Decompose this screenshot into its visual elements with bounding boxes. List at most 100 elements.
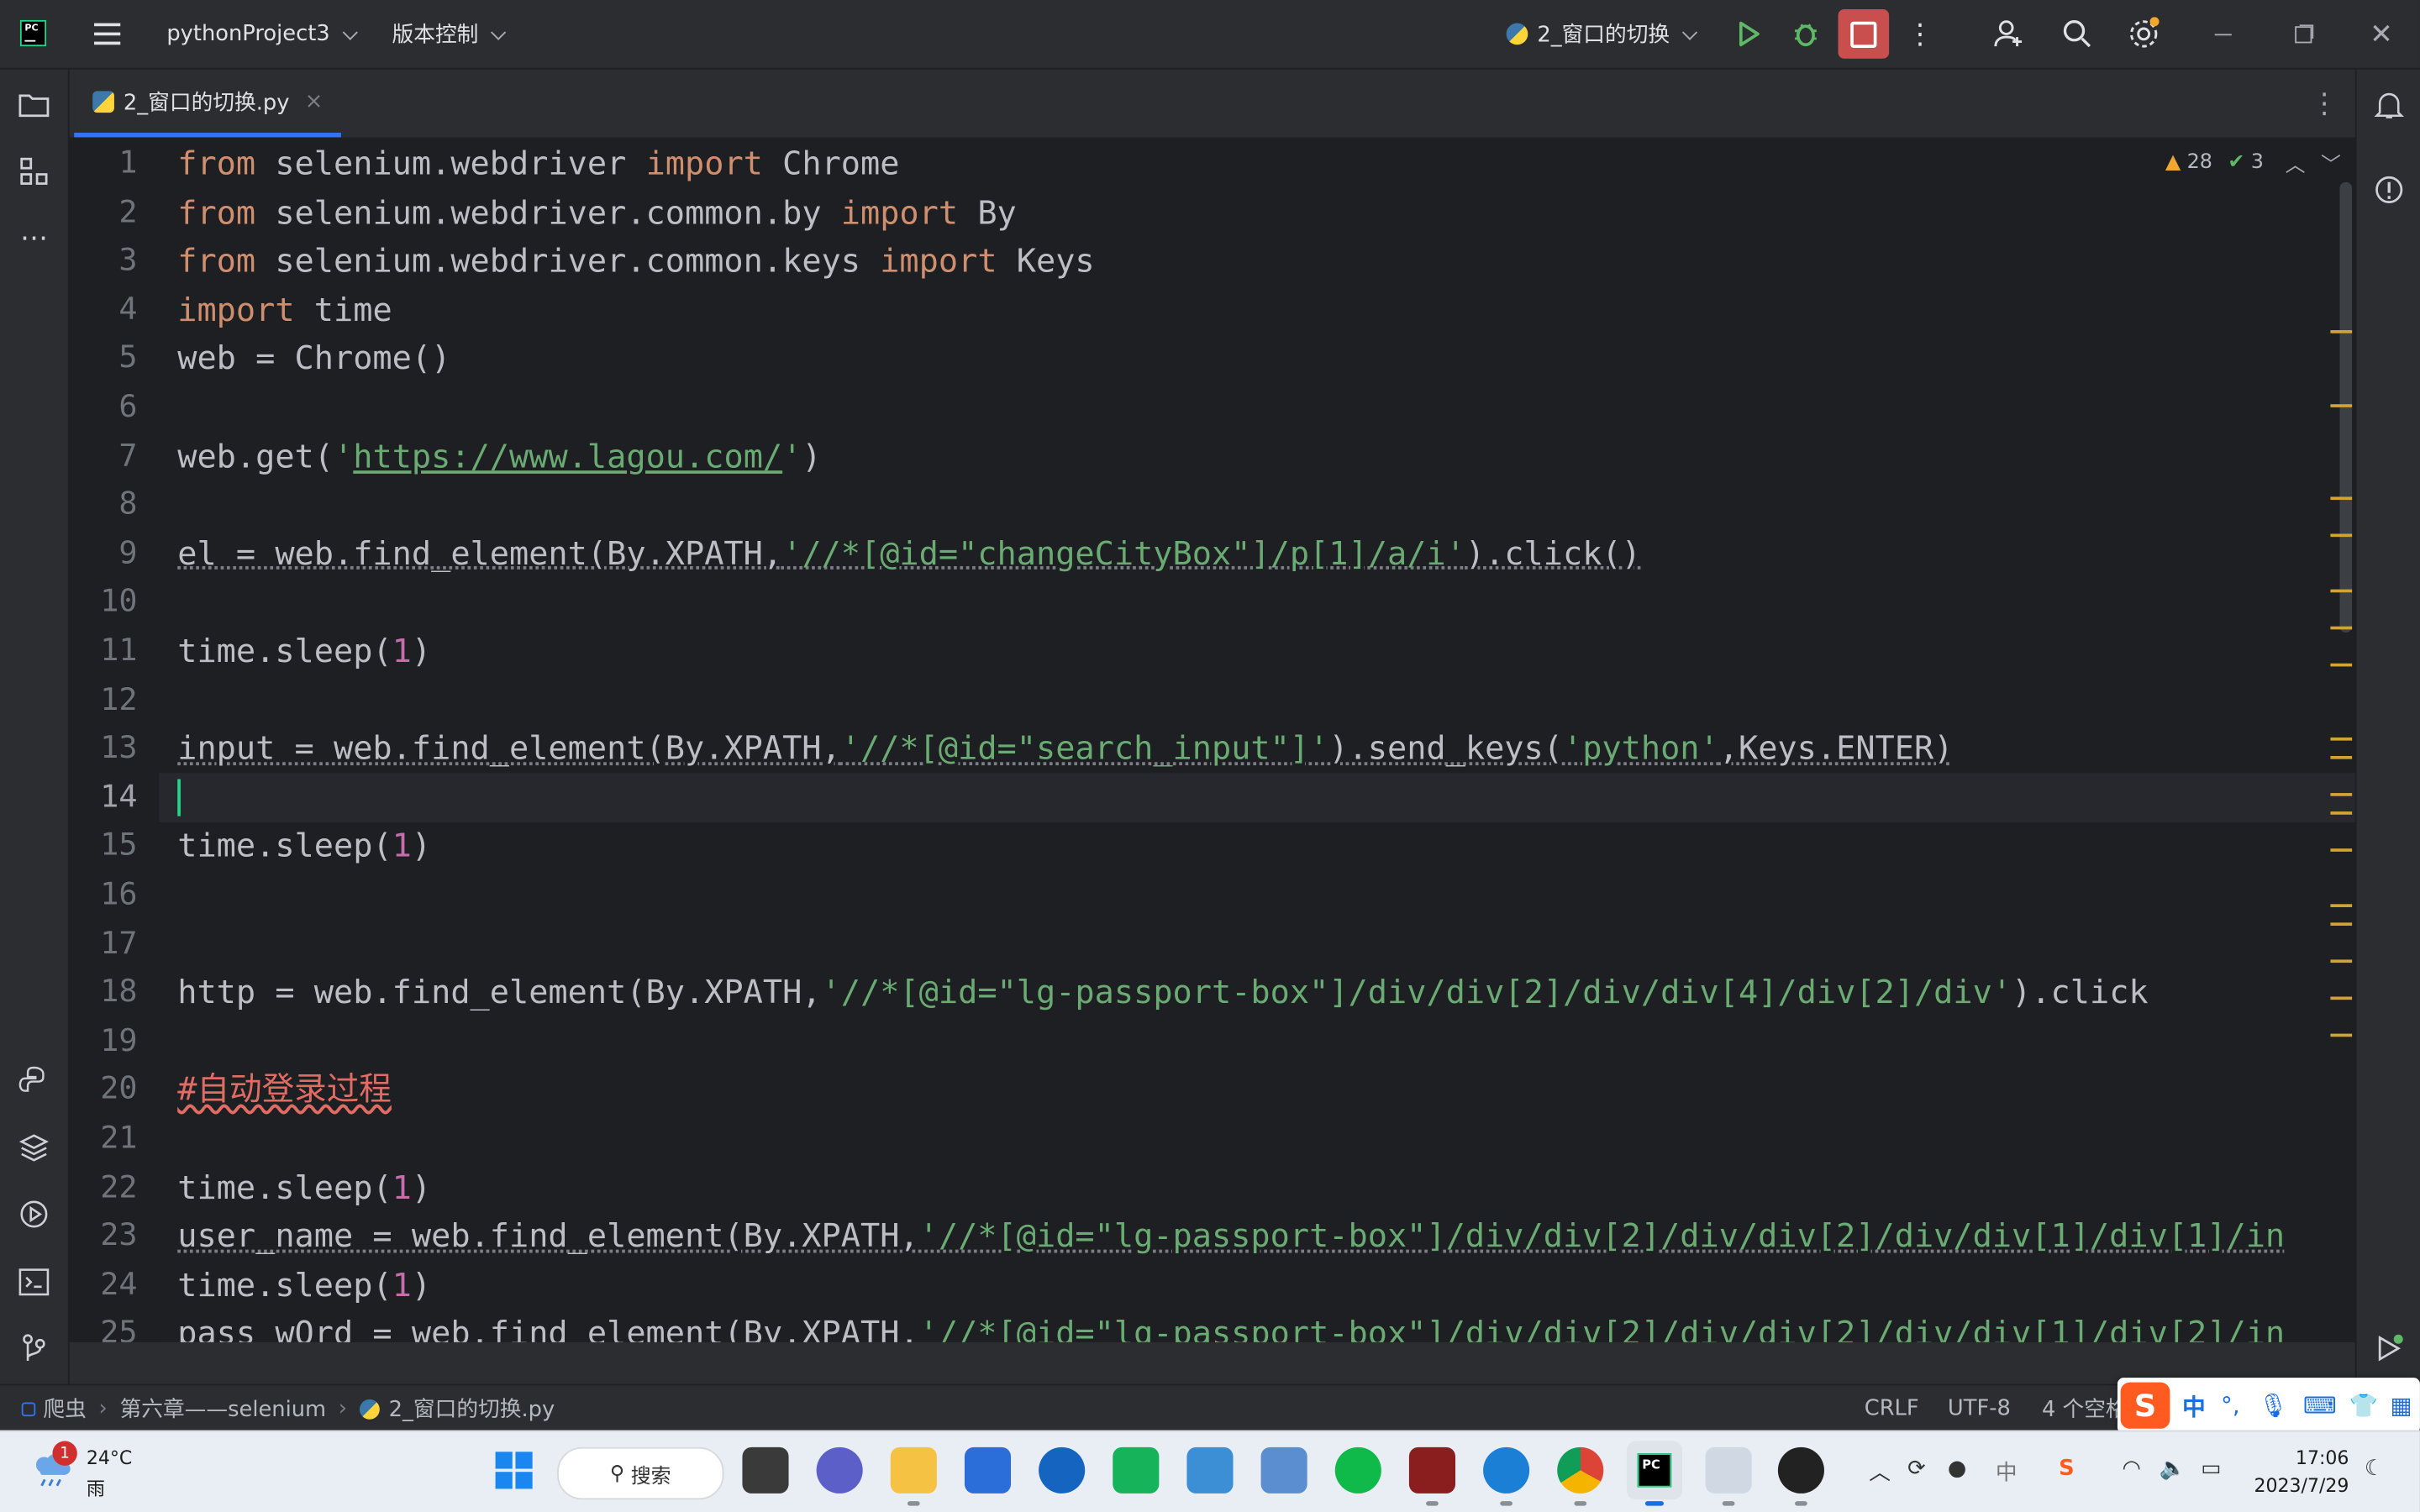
line-number[interactable]: 23 [70, 1211, 137, 1260]
add-user-icon[interactable] [1991, 15, 2028, 52]
warning-marker[interactable] [2330, 811, 2353, 815]
line-number[interactable]: 9 [70, 529, 137, 578]
windows-start-icon[interactable] [491, 1447, 537, 1494]
chrome-icon[interactable] [1557, 1446, 1604, 1494]
clock-time[interactable]: 17:06 [2287, 1447, 2349, 1469]
clock-date[interactable]: 2023/7/29 [2241, 1475, 2349, 1497]
indent-setting[interactable]: 4 个空格 [2042, 1385, 2128, 1431]
settings-gear-icon[interactable] [2125, 15, 2162, 52]
line-number[interactable]: 5 [70, 333, 137, 382]
line-number[interactable]: 14 [70, 773, 137, 822]
microsoft-store-icon[interactable] [964, 1446, 1012, 1494]
warning-marker[interactable] [2330, 533, 2353, 538]
python-packages-icon[interactable] [17, 1131, 50, 1164]
line-number[interactable]: 7 [70, 432, 137, 480]
file-explorer-icon[interactable] [890, 1446, 937, 1494]
problems-icon[interactable] [2372, 173, 2406, 207]
line-number[interactable]: 2 [70, 187, 137, 236]
line-number[interactable]: 6 [70, 383, 137, 432]
microphone-icon[interactable]: 🎙 [2259, 1392, 2288, 1420]
more-tools-icon[interactable]: ⋯ [17, 221, 50, 255]
vcs-menu[interactable]: 版本控制 [392, 0, 507, 68]
line-number[interactable]: 8 [70, 480, 137, 529]
tray-expand-icon[interactable]: ︿ [1869, 1457, 1891, 1488]
tray-ime-indicator[interactable]: 中 [1996, 1457, 2018, 1488]
messaging-app-icon[interactable] [1113, 1446, 1160, 1494]
line-number[interactable]: 11 [70, 627, 137, 675]
skin-icon[interactable]: 👕 [2349, 1392, 2377, 1420]
avatar-app-icon[interactable] [1777, 1446, 1824, 1494]
warning-marker[interactable] [2330, 737, 2353, 741]
volume-icon[interactable]: 🔈 [2160, 1457, 2186, 1481]
debug-button[interactable] [1787, 15, 1824, 52]
warning-marker[interactable] [2330, 626, 2353, 630]
tab-active-file[interactable]: 2_窗口的切换.py × [74, 69, 342, 138]
notifications-bell-icon[interactable] [2372, 88, 2406, 122]
warning-marker[interactable] [2330, 996, 2353, 1000]
line-separator[interactable]: CRLF [1865, 1385, 1919, 1431]
line-number[interactable]: 20 [70, 1065, 137, 1114]
resource-monitor-icon[interactable] [1260, 1446, 1307, 1494]
structure-icon[interactable] [17, 155, 50, 188]
code-area[interactable]: from selenium.webdriver import Chrome fr… [177, 139, 2338, 1342]
snipping-tool-icon[interactable] [1705, 1446, 1752, 1494]
wifi-icon[interactable]: ◠ [2122, 1457, 2140, 1481]
project-folder-icon[interactable] [17, 88, 50, 122]
restore-window-icon[interactable] [2284, 15, 2321, 52]
wechat-icon[interactable] [1334, 1446, 1381, 1494]
line-number[interactable]: 21 [70, 1114, 137, 1163]
taskbar-search[interactable]: ⚲ 搜索 [557, 1446, 724, 1500]
warning-marker[interactable] [2330, 589, 2353, 593]
line-number[interactable]: 4 [70, 285, 137, 333]
ie-browser-icon[interactable] [1483, 1446, 1530, 1494]
services-icon[interactable] [17, 1197, 50, 1231]
ime-toolbar[interactable]: S 中 °, 🎙 ⌨ 👕 ▦ [2117, 1378, 2420, 1434]
warning-marker[interactable] [2330, 922, 2353, 927]
tab-options-icon[interactable]: ⋮ [2311, 88, 2338, 121]
terminal-icon[interactable] [17, 1265, 50, 1299]
warning-marker[interactable] [2330, 904, 2353, 907]
ime-punct-toggle[interactable]: °, [2221, 1392, 2240, 1420]
breadcrumb-folder[interactable]: 第六章——selenium [120, 1394, 327, 1425]
warning-marker[interactable] [2330, 1033, 2353, 1037]
warning-marker[interactable] [2330, 793, 2353, 796]
breadcrumb-module[interactable]: 爬虫 [43, 1394, 86, 1425]
warning-marker[interactable] [2330, 959, 2353, 963]
line-number[interactable]: 22 [70, 1163, 137, 1211]
line-number[interactable]: 3 [70, 236, 137, 285]
close-window-icon[interactable]: ✕ [2363, 15, 2400, 52]
qq-icon[interactable]: ● [1948, 1457, 1966, 1481]
sync-icon[interactable]: ⟳ [1907, 1457, 1926, 1481]
line-number[interactable]: 19 [70, 1016, 137, 1065]
run-button[interactable] [1730, 15, 1767, 52]
next-highlight-icon[interactable]: ﹀ [2321, 148, 2341, 178]
warning-marker[interactable] [2330, 496, 2353, 501]
warning-marker[interactable] [2330, 663, 2353, 667]
line-number[interactable]: 13 [70, 724, 137, 773]
python-console-icon[interactable] [17, 1063, 50, 1096]
chat-icon[interactable] [816, 1446, 863, 1494]
run-config-selector[interactable]: 2_窗口的切换 [1506, 0, 1697, 68]
warning-marker[interactable] [2330, 755, 2353, 759]
breadcrumb-file[interactable]: 2_窗口的切换.py [389, 1394, 555, 1425]
line-number[interactable]: 1 [70, 139, 137, 187]
line-number[interactable]: 18 [70, 968, 137, 1016]
url-link[interactable]: https://www.lagou.com/ [353, 438, 782, 475]
ime-lang-toggle[interactable]: 中 [2182, 1389, 2206, 1422]
task-view-icon[interactable] [742, 1446, 789, 1494]
line-number[interactable]: 17 [70, 919, 137, 968]
pycharm-taskbar-button[interactable]: PC [1626, 1441, 1683, 1500]
sogou-tray-icon[interactable]: S [2059, 1457, 2075, 1481]
prev-highlight-icon[interactable]: ︿ [2286, 148, 2306, 178]
file-encoding[interactable]: UTF-8 [1948, 1385, 2011, 1431]
line-number[interactable]: 25 [70, 1309, 137, 1342]
warning-marker[interactable] [2330, 404, 2353, 407]
code-editor[interactable]: 1 2 3 4 5 6 7 8 9 10 11 12 13 14 15 16 17 18 19 20 21 22 23 24 2… [69, 139, 2355, 1342]
warning-marker[interactable] [2330, 848, 2353, 852]
control-panel-icon[interactable] [1186, 1446, 1234, 1494]
search-icon[interactable] [2059, 15, 2096, 52]
tab-close-icon[interactable]: × [305, 89, 324, 113]
git-branch-icon[interactable] [17, 1331, 50, 1365]
line-number[interactable]: 15 [70, 822, 137, 870]
line-number[interactable]: 10 [70, 578, 137, 627]
